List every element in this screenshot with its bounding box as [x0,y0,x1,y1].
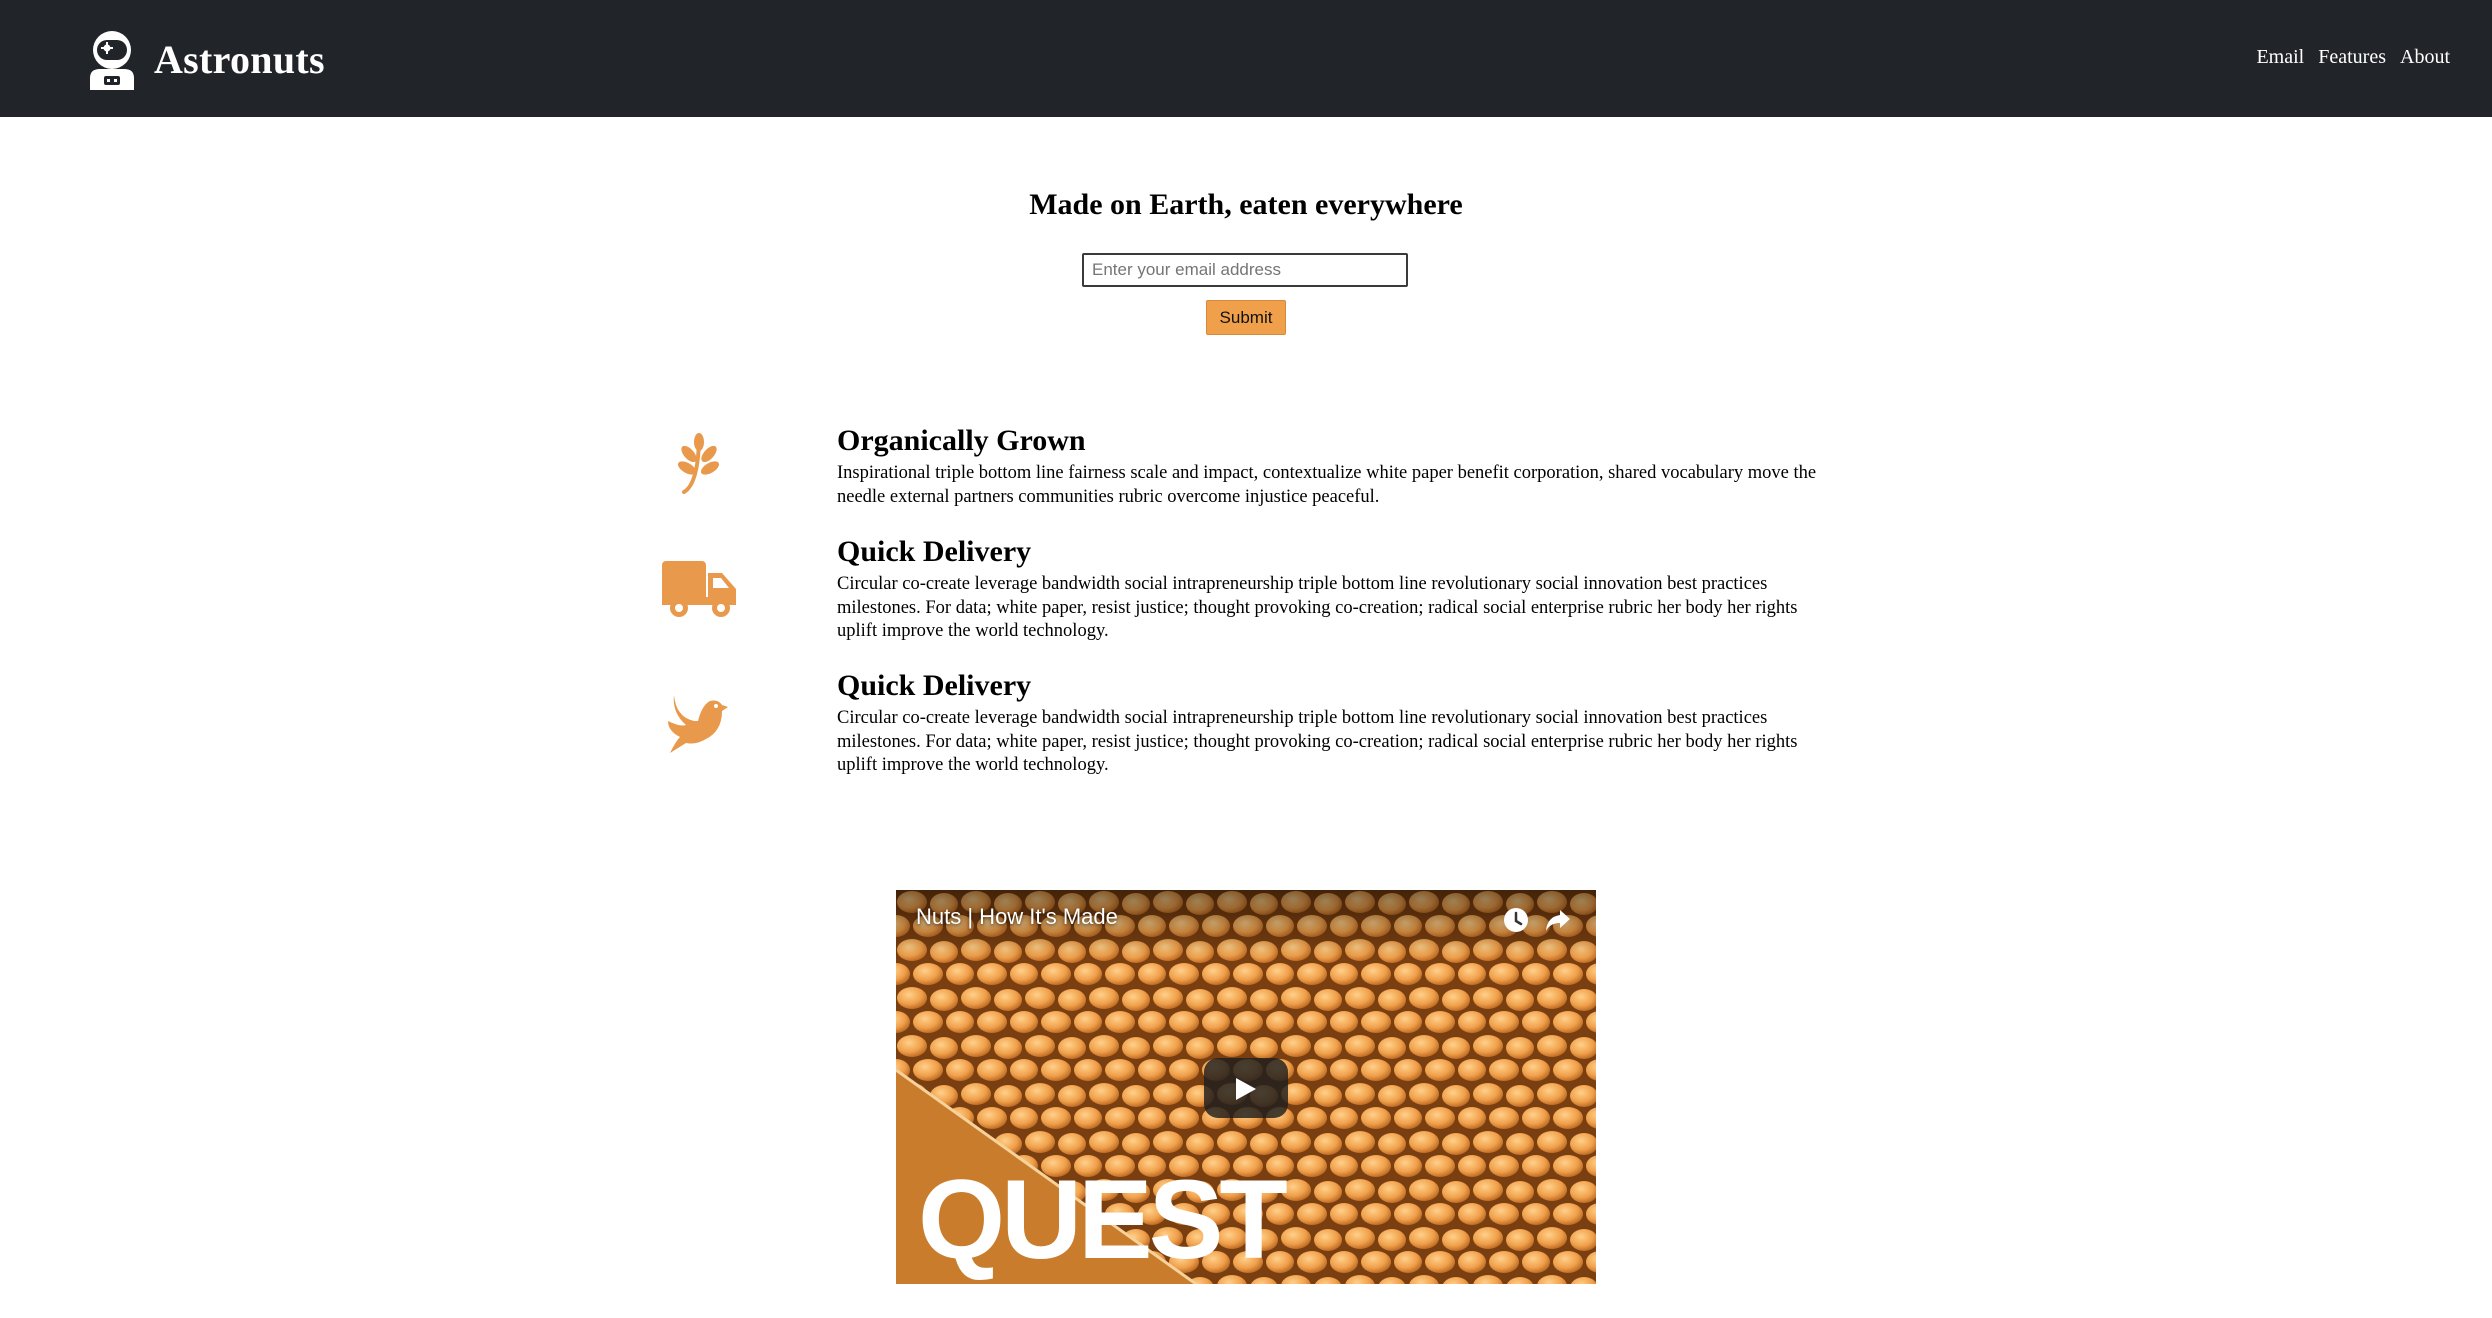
email-input[interactable] [1082,253,1408,287]
feature-title: Organically Grown [837,424,1086,457]
leaf-sprout-icon [672,432,724,501]
nav-link-email[interactable]: Email [2256,44,2304,70]
site-header: Astronuts Email Features About [0,0,2492,117]
feature-description: Inspirational triple bottom line fairnes… [837,463,1817,507]
nav-link-features[interactable]: Features [2318,44,2386,70]
main-nav: Email Features About [2256,44,2450,70]
feature-description: Circular co-create leverage bandwidth so… [837,574,1798,641]
play-icon [1236,1078,1256,1100]
dove-icon [666,691,730,760]
video-watermark: QUEST [918,1157,1288,1282]
brand-name: Astronuts [154,36,325,82]
submit-button[interactable]: Submit [1206,300,1286,335]
astronaut-logo-icon [84,28,140,90]
feature-description: Circular co-create leverage bandwidth so… [837,708,1798,775]
share-icon[interactable] [1542,904,1574,936]
nav-link-about[interactable]: About [2400,44,2450,70]
brand[interactable]: Astronuts [84,28,325,90]
video-title: Nuts | How It's Made [916,904,1118,929]
hero-title: Made on Earth, eaten everywhere [1029,188,1463,221]
play-button[interactable] [1204,1058,1288,1118]
watch-later-icon[interactable] [1500,904,1532,936]
feature-title: Quick Delivery [837,669,1032,702]
feature-title: Quick Delivery [837,535,1032,568]
delivery-truck-icon [660,557,738,626]
video-player[interactable]: Nuts | How It's Made QUEST [896,890,1596,1284]
